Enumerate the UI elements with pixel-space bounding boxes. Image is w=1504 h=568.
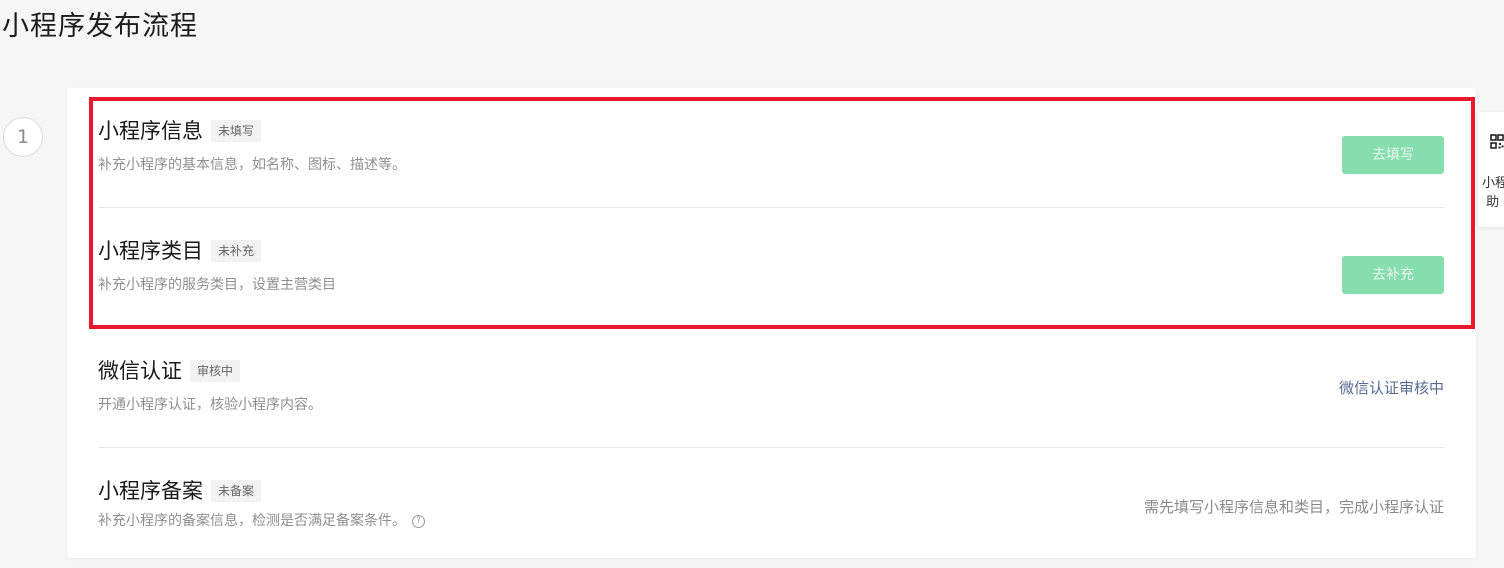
row-description: 补充小程序的基本信息，如名称、图标、描述等。	[98, 156, 406, 174]
status-badge: 未填写	[211, 120, 262, 142]
row-name: 微信认证	[98, 359, 182, 383]
step-row-filing: 小程序备案 未备案 补充小程序的备案信息，检测是否满足备案条件。 ? 需先填写小…	[98, 448, 1444, 568]
row-description-text: 开通小程序认证，核验小程序内容。	[98, 397, 322, 413]
row-title: 小程序备案 未备案	[98, 476, 262, 506]
step-row-info: 小程序信息 未填写 补充小程序的基本信息，如名称、图标、描述等。 去填写	[98, 88, 1444, 208]
row-description: 补充小程序的服务类目，设置主营类目	[98, 276, 336, 294]
status-badge: 未补充	[211, 240, 262, 262]
page-title: 小程序发布流程	[2, 11, 198, 42]
step-row-category: 小程序类目 未补充 补充小程序的服务类目，设置主营类目 去补充	[98, 208, 1444, 328]
filing-requirement-text: 需先填写小程序信息和类目，完成小程序认证	[1143, 498, 1444, 516]
row-title: 微信认证 审核中	[98, 356, 241, 386]
publish-steps-card: 小程序信息 未填写 补充小程序的基本信息，如名称、图标、描述等。 去填写 小程序…	[67, 88, 1476, 558]
row-name: 小程序备案	[98, 479, 203, 503]
helper-label: 小程 助	[1482, 174, 1504, 212]
row-name: 小程序信息	[98, 119, 203, 143]
row-description-text: 补充小程序的服务类目，设置主营类目	[98, 277, 336, 293]
qr-code-icon	[1490, 134, 1504, 149]
supplement-category-button[interactable]: 去补充	[1342, 256, 1444, 294]
row-description-text: 补充小程序的备案信息，检测是否满足备案条件。	[98, 513, 406, 529]
step-row-wechat-verification: 微信认证 审核中 开通小程序认证，核验小程序内容。 微信认证审核中	[98, 328, 1444, 448]
row-name: 小程序类目	[98, 239, 203, 263]
row-title: 小程序信息 未填写	[98, 116, 262, 146]
row-description-text: 补充小程序的基本信息，如名称、图标、描述等。	[98, 157, 406, 173]
status-badge: 审核中	[190, 360, 241, 382]
helper-label-line2: 助	[1486, 195, 1500, 210]
status-badge: 未备案	[211, 480, 262, 502]
question-circle-icon[interactable]: ?	[412, 514, 425, 528]
fill-info-button[interactable]: 去填写	[1342, 136, 1444, 174]
row-description: 补充小程序的备案信息，检测是否满足备案条件。 ?	[98, 512, 425, 530]
step-number: 1	[3, 117, 43, 157]
verification-status-link[interactable]: 微信认证审核中	[1339, 378, 1444, 398]
helper-label-line1: 小程	[1482, 176, 1504, 191]
mini-program-helper-panel[interactable]: 小程 助	[1478, 112, 1504, 227]
row-title: 小程序类目 未补充	[98, 236, 262, 266]
row-description: 开通小程序认证，核验小程序内容。	[98, 396, 322, 414]
